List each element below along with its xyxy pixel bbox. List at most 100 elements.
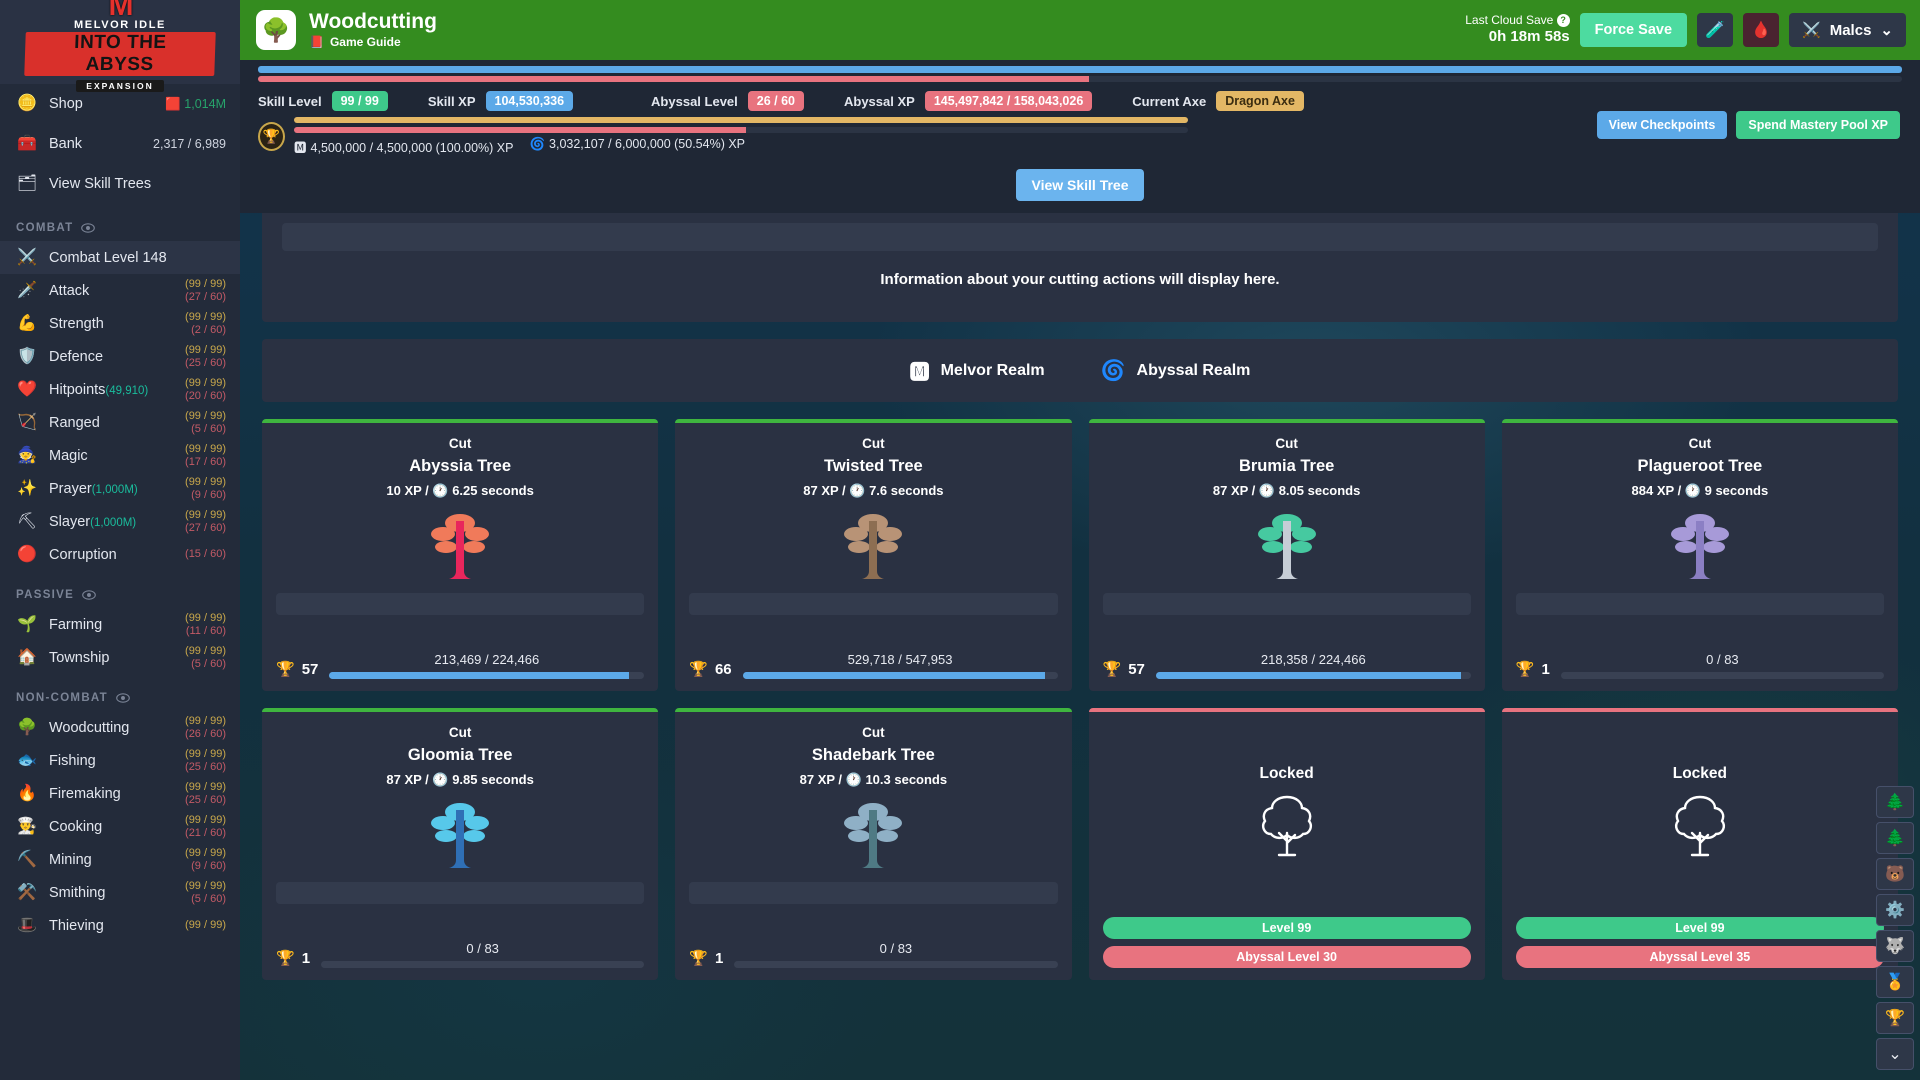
abyssal-level: (15 / 60) — [185, 548, 226, 561]
tree-card[interactable]: CutTwisted Tree87 XP / 🕐 7.6 seconds🏆665… — [675, 419, 1071, 691]
tree-card-locked[interactable]: LockedLevel 99Abyssal Level 30 — [1089, 708, 1485, 980]
realm-abyssal-realm[interactable]: 🌀Abyssal Realm — [1101, 358, 1251, 383]
mastery-progress-bar — [734, 961, 1057, 968]
sidebar-item-levels: (99 / 99)(25 / 60) — [185, 344, 226, 369]
slayer-icon: ⛏ — [16, 511, 38, 533]
realm-melvor-realm[interactable]: 🅼Melvor Realm — [910, 356, 1045, 385]
sidebar-item-woodcutting[interactable]: 🌳Woodcutting(99 / 99)(26 / 60) — [0, 711, 240, 744]
tree-card[interactable]: CutBrumia Tree87 XP / 🕐 8.05 seconds🏆572… — [1089, 419, 1485, 691]
sidebar-category-non-combat: NON-COMBAT — [0, 674, 240, 711]
side-dock[interactable]: 🌲 🌲 🐻 ⚙️ 🐺 🏅 🏆 ⌄ — [1876, 786, 1914, 1070]
mastery-pool-row: 🏆 🅼4,500,000 / 4,500,000 (100.00%) XP 🌀3… — [240, 111, 1920, 164]
sidebar-item-mining[interactable]: ⛏️Mining(99 / 99)(9 / 60) — [0, 843, 240, 876]
mastery-pool-abyssal-bar — [294, 127, 1188, 133]
current-axe-label: Current Axe — [1132, 94, 1206, 109]
eye-icon[interactable] — [116, 693, 130, 703]
pickaxe-icon: ⛏️ — [16, 849, 38, 871]
sidebar-item-levels: (99 / 99)(17 / 60) — [185, 443, 226, 468]
trophy-icon: 🏆 — [1103, 660, 1122, 678]
coin-icon: 🪙 — [16, 93, 38, 115]
page-header: 🌳 Woodcutting 📕 Game Guide Last Cloud Sa… — [240, 0, 1920, 60]
eye-icon[interactable] — [81, 223, 95, 233]
eye-icon[interactable] — [82, 590, 96, 600]
sidebar-item-strength[interactable]: 💪Strength(99 / 99)(2 / 60) — [0, 307, 240, 340]
tree-card-locked[interactable]: LockedLevel 99Abyssal Level 35 — [1502, 708, 1898, 980]
tree-card[interactable]: CutAbyssia Tree10 XP / 🕐 6.25 seconds🏆57… — [262, 419, 658, 691]
sparkle-icon: ✨ — [16, 478, 38, 500]
sidebar-item-attack[interactable]: 🗡️Attack(99 / 99)(27 / 60) — [0, 274, 240, 307]
medal-dock-icon[interactable]: 🏅 — [1876, 966, 1914, 998]
tree-xp-time: 87 XP / 🕐 7.6 seconds — [689, 483, 1057, 499]
tree-card[interactable]: CutPlagueroot Tree884 XP / 🕐 9 seconds🏆1… — [1502, 419, 1898, 691]
sidebar-item-cooking[interactable]: 👨‍🍳Cooking(99 / 99)(21 / 60) — [0, 810, 240, 843]
sidebar-item-township[interactable]: 🏠Township(99 / 99)(5 / 60) — [0, 641, 240, 674]
tree-icon: 🌳 — [16, 717, 38, 739]
tree-card[interactable]: CutGloomia Tree87 XP / 🕐 9.85 seconds🏆10… — [262, 708, 658, 980]
wolf-dock-icon[interactable]: 🐺 — [1876, 930, 1914, 962]
melvor-m-icon: M — [25, 0, 215, 21]
view-skill-tree-button[interactable]: View Skill Tree — [1016, 169, 1143, 201]
realm-selector[interactable]: 🅼Melvor Realm 🌀Abyssal Realm — [262, 339, 1898, 402]
sidebar-item-magic[interactable]: 🧙Magic(99 / 99)(17 / 60) — [0, 439, 240, 472]
info-slot — [282, 223, 1878, 251]
logo-expansion-name: INTO THE ABYSS — [24, 32, 216, 76]
pet-icon-button[interactable]: 🩸 — [1743, 13, 1779, 47]
sidebar-item-hitpoints[interactable]: ❤️Hitpoints(49,910)(99 / 99)(20 / 60) — [0, 373, 240, 406]
view-checkpoints-button[interactable]: View Checkpoints — [1597, 111, 1728, 139]
mastery-progress-text: 0 / 83 — [734, 941, 1057, 956]
card-slot — [1516, 593, 1884, 615]
sidebar-item-levels: (99 / 99)(9 / 60) — [185, 847, 226, 872]
sidebar-item-farming[interactable]: 🌱Farming(99 / 99)(11 / 60) — [0, 608, 240, 641]
sidebar-item-shop[interactable]: 🪙Shop🟥 1,014M — [0, 84, 240, 124]
abyssal-level: (2 / 60) — [185, 324, 226, 337]
sidebar-item-corruption[interactable]: 🔴Corruption(15 / 60) — [0, 538, 240, 571]
sidebar-item-ranged[interactable]: 🏹Ranged(99 / 99)(5 / 60) — [0, 406, 240, 439]
game-guide-link[interactable]: 📕 Game Guide — [309, 35, 437, 49]
tree-name: Plagueroot Tree — [1516, 457, 1884, 476]
sidebar-item-defence[interactable]: 🛡️Defence(99 / 99)(25 / 60) — [0, 340, 240, 373]
force-save-button[interactable]: Force Save — [1580, 13, 1687, 47]
sidebar-item-bank[interactable]: 🧰Bank2,317 / 6,989 — [0, 124, 240, 164]
woodcutting-dock-icon[interactable]: 🌲 — [1876, 786, 1914, 818]
township-icon: 🏠 — [16, 647, 38, 669]
card-action-label: Cut — [689, 436, 1057, 451]
tree-name: Abyssia Tree — [276, 457, 644, 476]
twisted-tree-art — [689, 505, 1057, 583]
forest-dock-icon[interactable]: 🌲 — [1876, 822, 1914, 854]
card-slot — [276, 593, 644, 615]
help-icon[interactable]: ? — [1557, 14, 1570, 27]
category-label: COMBAT — [16, 222, 73, 234]
user-menu-button[interactable]: ⚔️ Malcs ⌄ — [1789, 13, 1906, 47]
sidebar[interactable]: M MELVOR IDLE INTO THE ABYSS EXPANSION 🪙… — [0, 0, 240, 1080]
spend-mastery-pool-button[interactable]: Spend Mastery Pool XP — [1736, 111, 1900, 139]
skill-level: (99 / 99) — [185, 715, 226, 728]
sidebar-item-fishing[interactable]: 🐟Fishing(99 / 99)(25 / 60) — [0, 744, 240, 777]
potion-icon-button[interactable]: 🧪 — [1697, 13, 1733, 47]
locked-tree-art — [1103, 791, 1471, 861]
sidebar-item-view-skill-trees[interactable]: 🗂View Skill Trees — [0, 164, 240, 204]
trophy-dock-icon[interactable]: 🏆 — [1876, 1002, 1914, 1034]
mastery-progress-bar — [329, 672, 644, 679]
clock-icon: 🕐 — [1685, 483, 1701, 498]
tree-grid: CutAbyssia Tree10 XP / 🕐 6.25 seconds🏆57… — [262, 419, 1898, 980]
bear-dock-icon[interactable]: 🐻 — [1876, 858, 1914, 890]
ruby-icon: 🟥 — [165, 97, 181, 111]
sidebar-item-levels: (99 / 99)(27 / 60) — [185, 278, 226, 303]
heart-icon: ❤️ — [16, 379, 38, 401]
chevron-down-icon[interactable]: ⌄ — [1876, 1038, 1914, 1070]
tree-card[interactable]: CutShadebark Tree87 XP / 🕐 10.3 seconds🏆… — [675, 708, 1071, 980]
sidebar-item-combat-level-148[interactable]: ⚔️Combat Level 148 — [0, 241, 240, 274]
gear-dock-icon[interactable]: ⚙️ — [1876, 894, 1914, 926]
sidebar-item-slayer[interactable]: ⛏Slayer(1,000M)(99 / 99)(27 / 60) — [0, 505, 240, 538]
crossed-swords-icon: ⚔️ — [1802, 21, 1821, 39]
sidebar-item-prayer[interactable]: ✨Prayer(1,000M)(99 / 99)(9 / 60) — [0, 472, 240, 505]
seedling-icon: 🌱 — [16, 614, 38, 636]
skill-level: (99 / 99) — [185, 919, 226, 932]
sidebar-item-smithing[interactable]: ⚒️Smithing(99 / 99)(5 / 60) — [0, 876, 240, 909]
sidebar-item-sub: (49,910) — [105, 385, 148, 397]
sidebar-item-firemaking[interactable]: 🔥Firemaking(99 / 99)(25 / 60) — [0, 777, 240, 810]
sidebar-item-label: Prayer(1,000M) — [49, 481, 185, 497]
sidebar-item-thieving[interactable]: 🎩Thieving(99 / 99) — [0, 909, 240, 942]
abyssal-level: (20 / 60) — [185, 390, 226, 403]
game-logo[interactable]: M MELVOR IDLE INTO THE ABYSS EXPANSION — [0, 0, 240, 84]
